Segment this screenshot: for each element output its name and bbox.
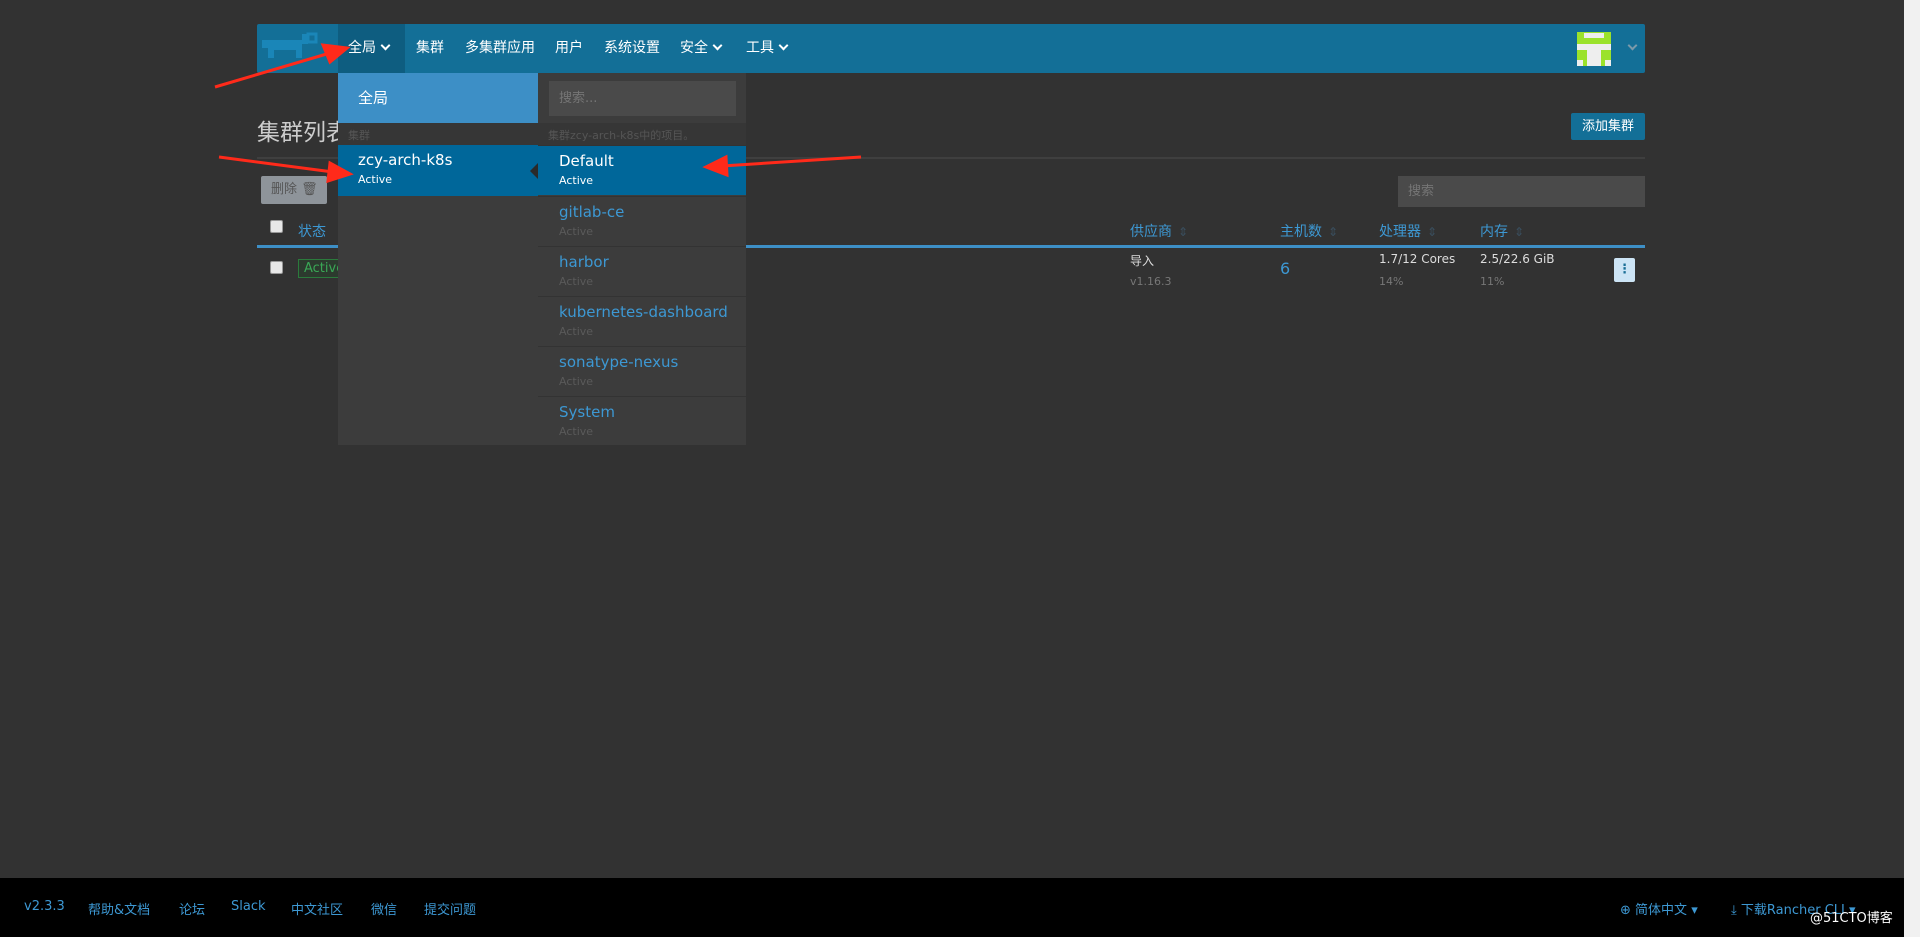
- arrow-icon: [214, 51, 331, 89]
- language-label: 简体中文: [1635, 903, 1688, 918]
- globe-icon: ⊕: [1620, 903, 1631, 918]
- footer-submit-issue[interactable]: 提交问题: [424, 899, 476, 918]
- footer-chinese-community[interactable]: 中文社区: [291, 899, 343, 918]
- footer-version[interactable]: v2.3.3: [24, 899, 65, 914]
- language-selector[interactable]: ⊕ 简体中文 ▾: [1620, 899, 1698, 918]
- footer: [0, 878, 1904, 937]
- arrow-head-icon: [702, 154, 729, 178]
- watermark: @51CTO博客: [1810, 911, 1893, 926]
- arrow-icon: [721, 155, 862, 168]
- footer-slack[interactable]: Slack: [231, 899, 266, 914]
- scrollbar[interactable]: [1904, 0, 1920, 937]
- footer-help-docs[interactable]: 帮助&文档: [88, 899, 150, 918]
- footer-wechat[interactable]: 微信: [371, 899, 397, 918]
- download-icon: ⤓: [1731, 903, 1737, 918]
- arrow-head-icon: [326, 160, 354, 184]
- arrow-head-icon: [320, 43, 351, 65]
- footer-forum[interactable]: 论坛: [179, 899, 205, 918]
- arrow-icon: [218, 155, 334, 174]
- annotation-arrows: [214, 43, 862, 184]
